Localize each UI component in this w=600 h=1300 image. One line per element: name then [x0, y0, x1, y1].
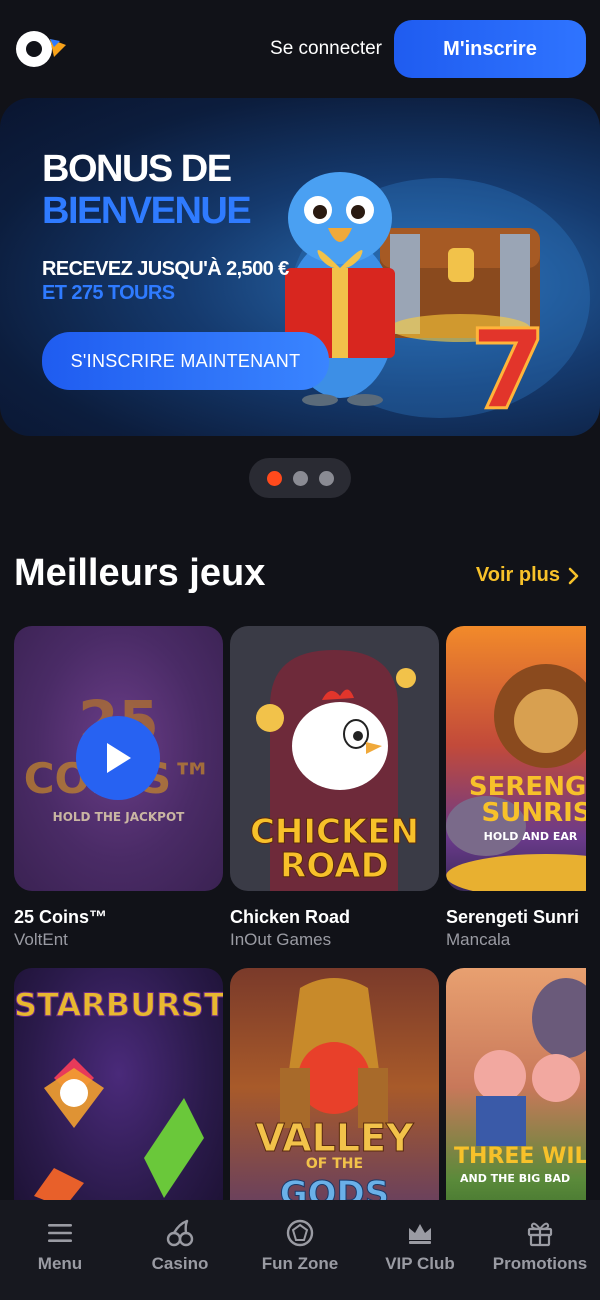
game-name: Chicken Road [230, 907, 351, 927]
game-provider: VoltEnt [14, 930, 68, 949]
game-name: Serengeti Sunri [446, 907, 580, 927]
game-thumbnail[interactable]: STARBURST [14, 968, 223, 1233]
bird-treasure-illustration: 7 [285, 172, 590, 428]
signup-button[interactable]: M'inscrire [394, 20, 586, 78]
nav-label: VIP Club [385, 1254, 455, 1273]
nav-label: Promotions [492, 1254, 588, 1273]
banner-offer-line2: ET 275 TOURS [42, 282, 175, 304]
game-card-starburst[interactable]: STARBURST [14, 968, 223, 1233]
login-button[interactable]: Se connecter [268, 32, 384, 66]
banner-offer-line1: RECEVEZ JUSQU'À 2,500 € [42, 258, 289, 280]
game-art-subtitle: ROAD [280, 846, 390, 887]
carousel-dot-3[interactable] [318, 470, 334, 486]
game-thumbnail[interactable]: SERENGE SUNRIS HOLD AND EAR [446, 626, 586, 891]
register-now-button[interactable]: S'INSCRIRE MAINTENANT [42, 332, 329, 390]
game-card-25-coins[interactable]: 25 COINS™ HOLD THE JACKPOT 25 Coins™ Vol… [14, 626, 223, 950]
nav-label: Menu [37, 1254, 83, 1273]
game-card-serengeti-sunrise[interactable]: SERENGE SUNRIS HOLD AND EAR Serengeti Su… [446, 626, 586, 950]
section-title: Meilleurs jeux [14, 552, 266, 594]
game-art-subtitle: AND THE BIG BAD [460, 1172, 571, 1185]
play-button[interactable] [76, 716, 160, 800]
see-more-label: Voir plus [475, 564, 560, 586]
pigs-illustration [474, 978, 586, 1146]
nav-label: Casino [151, 1254, 209, 1273]
see-more-link[interactable]: Voir plus [476, 564, 580, 587]
game-art-title: VALLEY [255, 1116, 414, 1161]
gift-icon [527, 1222, 553, 1247]
svg-text:7: 7 [470, 306, 547, 428]
game-art-subtitle: OF THE [305, 1156, 364, 1172]
game-provider: Mancala [446, 930, 511, 949]
nav-label: Fun Zone [261, 1254, 339, 1273]
top-header: Se connecter M'inscrire [0, 0, 600, 98]
game-name: 25 Coins™ [14, 907, 108, 927]
game-art-title: THREE WILD [454, 1144, 586, 1169]
game-thumbnail[interactable]: VALLEY OF THE GODS [230, 968, 439, 1233]
game-card-three-wild[interactable]: THREE WILD AND THE BIG BAD [446, 968, 586, 1233]
right-column-clip: SERENGE SUNRIS HOLD AND EAR Serengeti Su… [446, 620, 586, 1260]
gems-illustration [34, 1058, 204, 1208]
game-card-chicken-road[interactable]: CHICKEN ROAD Chicken Road InOut Games [230, 626, 439, 950]
nav-item-vip-club[interactable]: VIP Club [360, 1218, 480, 1274]
game-thumbnail[interactable]: 25 COINS™ HOLD THE JACKPOT [14, 626, 223, 891]
chevron-right-icon [568, 567, 579, 584]
banner-title-line1: BONUS DE [42, 148, 232, 190]
lion-illustration [446, 664, 586, 891]
game-thumbnail[interactable]: CHICKEN ROAD [230, 626, 439, 891]
nav-item-promotions[interactable]: Promotions [480, 1218, 600, 1274]
banner-title-line2: BIENVENUE [42, 190, 252, 232]
cherry-icon [166, 1219, 194, 1247]
carousel-indicator [249, 458, 351, 498]
crown-icon [409, 1224, 431, 1244]
game-art-tagline: HOLD AND EAR [483, 830, 578, 843]
welcome-bonus-banner[interactable]: 7 BONUS DE BIENVENUE RECEVEZ JUSQU'À 2,5… [0, 98, 600, 436]
gem-icon [286, 1219, 314, 1247]
game-thumbnail[interactable]: THREE WILD AND THE BIG BAD [446, 968, 586, 1233]
bottom-navigation: Menu Casino Fun Zone VIP Club Promotions [0, 1200, 600, 1300]
game-card-valley-of-the-gods[interactable]: VALLEY OF THE GODS [230, 968, 439, 1233]
game-provider: InOut Games [230, 930, 332, 949]
nav-item-menu[interactable]: Menu [0, 1218, 120, 1274]
brand-logo[interactable] [14, 27, 70, 71]
carousel-dot-2[interactable] [292, 470, 308, 486]
carousel-dot-1[interactable] [266, 470, 282, 486]
menu-icon [48, 1224, 72, 1242]
game-art-subtitle: SUNRIS [481, 798, 586, 828]
nav-item-fun-zone[interactable]: Fun Zone [240, 1218, 360, 1274]
game-art-tagline: HOLD THE JACKPOT [52, 810, 185, 824]
nav-item-casino[interactable]: Casino [120, 1218, 240, 1274]
header-actions: Se connecter M'inscrire [268, 20, 586, 78]
play-icon [107, 743, 131, 773]
